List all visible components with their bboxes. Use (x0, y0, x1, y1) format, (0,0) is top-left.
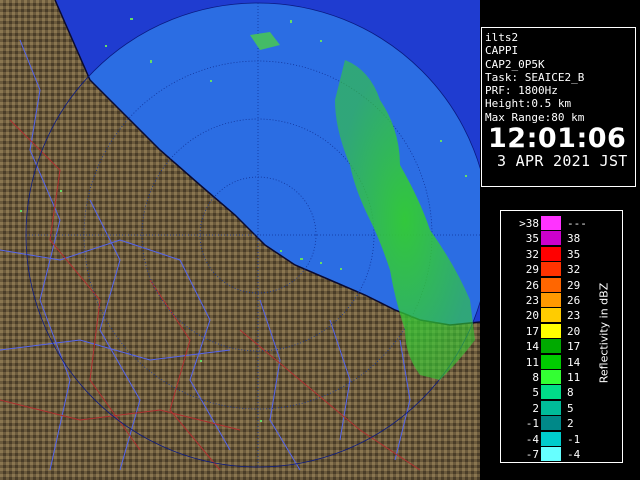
legend-row: 29 32 (501, 262, 601, 277)
legend-upper-bound: -4 (567, 448, 581, 461)
legend-lower-bound: 17 (525, 324, 539, 338)
legend-color-swatch (541, 323, 561, 338)
task-line: Task: SEAICE2_B (485, 70, 585, 84)
legend-color-swatch (541, 293, 561, 307)
legend-upper-bound: 8 (567, 386, 574, 400)
legend-row: -7 -4 (501, 447, 601, 462)
legend-row: -1 2 (501, 416, 601, 431)
legend-lower-bound: 35 (525, 232, 539, 246)
legend-upper-bound: 20 (567, 324, 581, 338)
legend-upper-bound: 38 (567, 232, 581, 246)
legend-row: 11 14 (501, 354, 601, 370)
legend-row: 17 20 (501, 323, 601, 339)
legend-upper-bound: -1 (567, 432, 581, 446)
legend-lower-bound: 20 (525, 309, 539, 323)
legend-lower-bound: 23 (525, 294, 539, 307)
legend-upper-bound: 17 (567, 340, 581, 354)
product-line: CAPPI (485, 44, 519, 58)
legend-color-swatch (541, 339, 561, 354)
legend-lower-bound: 14 (525, 340, 539, 354)
legend-row: 35 38 (501, 231, 601, 246)
legend-title: Reflectivity in dBZ (597, 282, 611, 384)
legend-color-swatch (541, 216, 561, 230)
legend-color-swatch (541, 277, 561, 292)
legend-lower-bound: -1 (525, 417, 539, 431)
radar-map (0, 0, 480, 480)
legend-row: 32 35 (501, 246, 601, 262)
legend-color-swatch (541, 354, 561, 369)
legend-row: 26 29 (501, 277, 601, 293)
legend-lower-bound: 32 (525, 247, 539, 261)
radar-map-canvas (0, 0, 480, 480)
legend-upper-bound: 23 (567, 309, 581, 323)
legend-color-swatch (541, 308, 561, 323)
legend-row: 8 11 (501, 370, 601, 385)
legend-color-swatch (541, 262, 561, 277)
height-line: Height:0.5 km (485, 97, 572, 111)
legend-color-swatch (541, 246, 561, 261)
legend-lower-bound: 29 (525, 263, 539, 277)
legend-color-swatch (541, 385, 561, 400)
legend-color-swatch (541, 231, 561, 246)
legend-upper-bound: 29 (567, 278, 581, 292)
legend-upper-bound: 35 (567, 247, 581, 261)
legend-lower-bound: -4 (525, 432, 539, 446)
legend-lower-bound: 26 (525, 278, 539, 292)
observation-time: 12:01:06 (488, 123, 627, 155)
prf-line: PRF: 1800Hz (485, 84, 558, 98)
legend-upper-bound: 5 (567, 401, 574, 415)
legend-upper-bound: --- (567, 217, 587, 230)
station-line: ilts2 (485, 31, 519, 44)
legend-row: -4 -1 (501, 431, 601, 447)
legend-upper-bound: 11 (567, 371, 581, 384)
legend-color-swatch (541, 431, 561, 446)
legend-upper-bound: 2 (567, 417, 574, 431)
legend-row: 14 17 (501, 339, 601, 354)
legend-upper-bound: 26 (567, 294, 581, 307)
legend-color-swatch (541, 400, 561, 415)
product-code-line: CAP2_0P5K (485, 57, 545, 71)
max-range-line: Max Range:80 km (485, 110, 585, 124)
legend-row: 58 (501, 385, 601, 400)
legend-lower-bound: 5 (532, 386, 539, 400)
observation-date: 3 APR 2021 JST (497, 152, 628, 171)
legend-color-swatch (541, 416, 561, 431)
station-info-panel: ilts2 CAPPI CAP2_0P5K Task: SEAICE2_B PR… (481, 27, 636, 187)
legend-row: 23 26 (501, 293, 601, 308)
legend-upper-bound: 32 (567, 263, 581, 277)
legend-lower-bound: -7 (525, 448, 539, 461)
legend-lower-bound: 2 (532, 401, 539, 415)
legend-lower-bound: 8 (532, 371, 539, 384)
legend-row: >38 --- (501, 216, 601, 231)
legend-color-swatch (541, 447, 561, 461)
legend-lower-bound: >38 (519, 217, 539, 230)
legend-row: 25 (501, 400, 601, 416)
legend-row: 20 23 (501, 308, 601, 323)
legend-upper-bound: 14 (567, 355, 581, 369)
legend-color-swatch (541, 370, 561, 384)
legend-lower-bound: 11 (525, 355, 539, 369)
